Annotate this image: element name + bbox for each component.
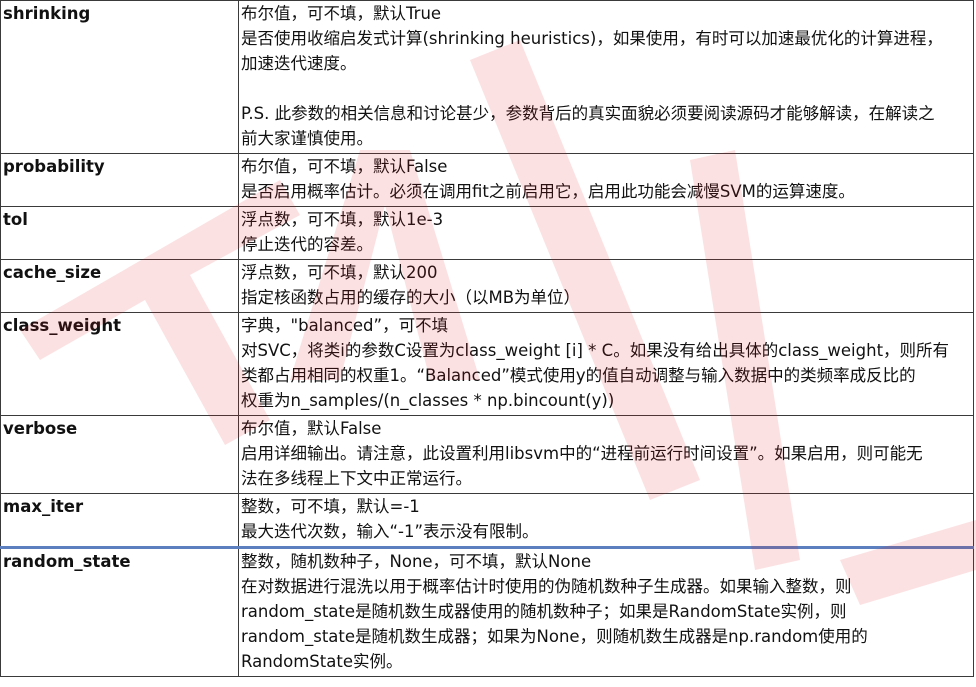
- description-line: 启用详细输出。请注意，此设置利用libsvm中的“进程前运行时间设置”。如果启用…: [241, 444, 923, 463]
- param-description: 字典，"balanced”，可不填对SVC，将类i的参数C设置为class_we…: [238, 312, 974, 416]
- param-description: 浮点数，可不填，默认200 指定核函数占用的缓存的大小（以MB为单位）: [238, 259, 974, 313]
- description-line: 整数，随机数种子，None，可不填，默认None: [241, 552, 592, 571]
- description-line: 是否启用概率估计。必须在调用fit之前启用它，启用此功能会减慢SVM的运算速度。: [241, 182, 855, 201]
- description-line: 权重为n_samples/(n_classes * np.bincount(y)…: [241, 391, 615, 410]
- description-line: 是否使用收缩启发式计算(shrinking heuristics)，如果使用，有…: [241, 29, 943, 48]
- parameter-table: shrinking 布尔值，可不填，默认True 是否使用收缩启发式计算(shrin…: [0, 0, 974, 677]
- param-name: cache_size: [0, 259, 239, 313]
- param-description: 整数，可不填，默认=-1 最大迭代次数，输入“-1”表示没有限制。: [238, 493, 974, 549]
- param-name: probability: [0, 153, 239, 207]
- param-description: 整数，随机数种子，None，可不填，默认None 在对数据进行混洗以用于概率估计时…: [238, 547, 974, 677]
- param-row-verbose: verbose 布尔值，默认False 启用详细输出。请注意，此设置利用libsvm…: [0, 415, 974, 494]
- param-row-random-state: random_state 整数，随机数种子，None，可不填，默认None 在对数据…: [0, 547, 974, 677]
- param-name: shrinking: [0, 0, 239, 154]
- description-line: random_state是随机数生成器；如果为None，则随机数生成器是np.r…: [241, 627, 868, 646]
- description-line: RandomState实例。: [241, 652, 403, 671]
- param-row-probability: probability 布尔值，可不填，默认False 是否启用概率估计。必须在调用…: [0, 153, 974, 207]
- param-description: 布尔值，默认False 启用详细输出。请注意，此设置利用libsvm中的“进程前运…: [238, 415, 974, 494]
- param-row-shrinking: shrinking 布尔值，可不填，默认True 是否使用收缩启发式计算(shrin…: [0, 0, 974, 154]
- description-line: 加速迭代速度。: [241, 54, 357, 73]
- description-line: 法在多线程上下文中正常运行。: [241, 469, 472, 488]
- description-line: 字典，"balanced”，可不填: [241, 316, 449, 335]
- param-row-class-weight: class_weight 字典，"balanced”，可不填对SVC，将类i的参数…: [0, 312, 974, 416]
- description-line: 停止迭代的容差。: [241, 235, 373, 254]
- description-line: 前大家谨慎使用。: [241, 129, 373, 148]
- description-line: 指定核函数占用的缓存的大小（以MB为单位）: [241, 288, 581, 307]
- param-row-tol: tol 浮点数，可不填，默认1e-3 停止迭代的容差。: [0, 206, 974, 260]
- param-name: class_weight: [0, 312, 239, 416]
- description-line: 浮点数，可不填，默认200: [241, 263, 438, 282]
- param-name: max_iter: [0, 493, 239, 549]
- description-line: [241, 76, 973, 101]
- parameter-table-body: shrinking 布尔值，可不填，默认True 是否使用收缩启发式计算(shrin…: [0, 0, 974, 677]
- description-line: 布尔值，可不填，默认True: [241, 4, 442, 23]
- param-row-max-iter: max_iter 整数，可不填，默认=-1 最大迭代次数，输入“-1”表示没有限制。: [0, 493, 974, 549]
- description-line: 布尔值，可不填，默认False: [241, 157, 448, 176]
- description-line: 对SVC，将类i的参数C设置为class_weight [i] * C。如果没有…: [241, 341, 950, 360]
- param-name: random_state: [0, 547, 239, 677]
- param-description: 布尔值，可不填，默认True 是否使用收缩启发式计算(shrinking heur…: [238, 0, 974, 154]
- param-name: verbose: [0, 415, 239, 494]
- param-name: tol: [0, 206, 239, 260]
- description-line: 整数，可不填，默认=-1: [241, 497, 420, 516]
- param-row-cache-size: cache_size 浮点数，可不填，默认200 指定核函数占用的缓存的大小（以MB…: [0, 259, 974, 313]
- description-line: 最大迭代次数，输入“-1”表示没有限制。: [241, 522, 539, 541]
- description-line: 浮点数，可不填，默认1e-3: [241, 210, 444, 229]
- param-description: 浮点数，可不填，默认1e-3 停止迭代的容差。: [238, 206, 974, 260]
- description-line: P.S. 此参数的相关信息和讨论甚少，参数背后的真实面貌必须要阅读源码才能够解读…: [241, 104, 935, 123]
- description-line: 布尔值，默认False: [241, 419, 382, 438]
- description-line: random_state是随机数生成器使用的随机数种子；如果是RandomSta…: [241, 602, 847, 621]
- description-line: 在对数据进行混洗以用于概率估计时使用的伪随机数种子生成器。如果输入整数，则: [241, 577, 852, 596]
- description-line: 类都占用相同的权重1。“Balanced”模式使用y的值自动调整与输入数据中的类…: [241, 366, 916, 385]
- param-description: 布尔值，可不填，默认False 是否启用概率估计。必须在调用fit之前启用它，启用…: [238, 153, 974, 207]
